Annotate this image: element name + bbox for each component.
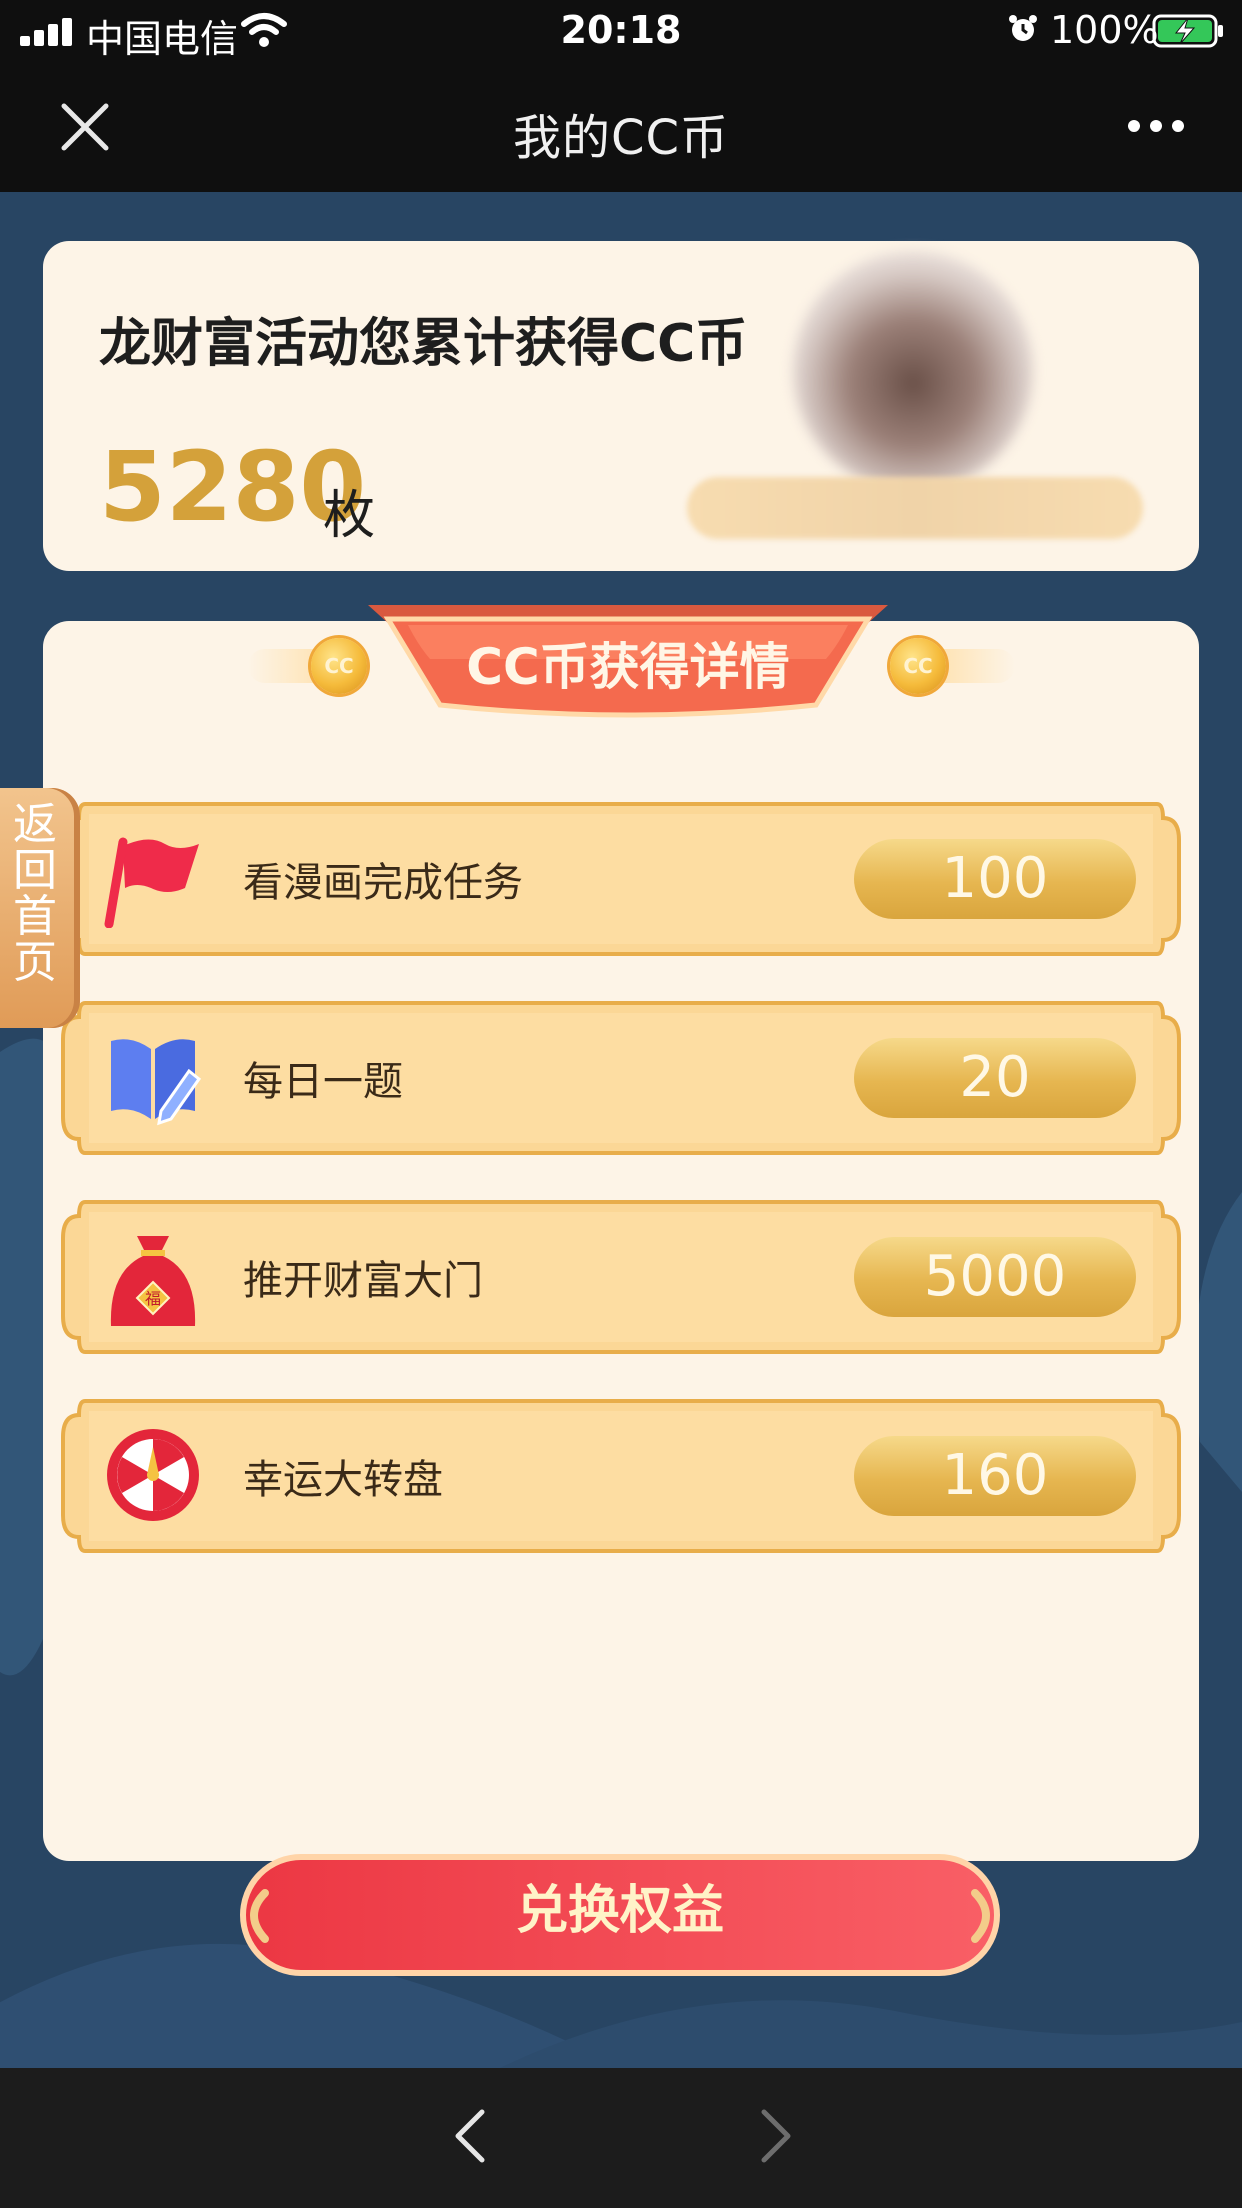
task-row: 幸运大转盘 160 xyxy=(59,1397,1183,1555)
page-title: 我的CC币 xyxy=(512,110,730,166)
red-flag-icon xyxy=(104,837,199,928)
coins-unit: 枚 xyxy=(323,486,376,546)
avatar xyxy=(793,251,1033,491)
task-value: 160 xyxy=(941,1443,1049,1508)
summary-card: 龙财富活动您累计获得CC币 5280 枚 xyxy=(43,241,1199,571)
wheel-icon xyxy=(107,1429,199,1521)
page-content: 龙财富活动您累计获得CC币 5280 枚 CC币获得详情 CC CC 看漫画完成… xyxy=(0,192,1242,2068)
back-to-home-label: 返回首页 xyxy=(13,799,57,988)
svg-text:福: 福 xyxy=(145,1289,161,1308)
back-arrow-icon[interactable] xyxy=(450,2108,490,2164)
coin-label-right: CC xyxy=(903,654,933,678)
status-bar: 中国电信 20:18 100% xyxy=(0,0,1242,62)
redeem-button[interactable]: 兑换权益 xyxy=(235,1849,1005,1983)
browser-bottom-bar xyxy=(0,2068,1242,2208)
total-coins-label: 龙财富活动您累计获得CC币 xyxy=(99,314,748,374)
coin-icon-right: CC xyxy=(890,638,946,694)
task-row: 福 推开财富大门 5000 xyxy=(59,1198,1183,1356)
task-label: 每日一题 xyxy=(243,1059,403,1105)
task-label: 推开财富大门 xyxy=(243,1258,483,1304)
task-value: 20 xyxy=(959,1045,1031,1110)
fortune-bag-icon: 福 xyxy=(110,1236,196,1326)
task-row: 看漫画完成任务 100 xyxy=(59,800,1183,958)
book-pen-icon xyxy=(111,1039,202,1126)
forward-arrow-icon[interactable] xyxy=(756,2108,796,2164)
details-card: CC币获得详情 CC CC 看漫画完成任务 100 每日一题 20 福 推开财富… xyxy=(43,605,1199,1976)
more-icon[interactable] xyxy=(1128,120,1188,134)
alarm-icon xyxy=(1009,15,1037,41)
user-name-blurred xyxy=(687,477,1143,539)
task-row: 每日一题 20 xyxy=(59,999,1183,1157)
coin-icon-left: CC xyxy=(311,638,367,694)
task-value: 100 xyxy=(941,846,1049,911)
details-title: CC币获得详情 xyxy=(466,638,790,696)
battery-percentage: 100% xyxy=(1050,8,1159,52)
task-label: 看漫画完成任务 xyxy=(243,860,523,906)
battery-charging-icon xyxy=(1152,14,1223,48)
redeem-label: 兑换权益 xyxy=(515,1881,724,1941)
back-to-home-tab[interactable]: 返回首页 xyxy=(0,788,80,1028)
task-label: 幸运大转盘 xyxy=(243,1457,443,1503)
task-value: 5000 xyxy=(923,1244,1067,1309)
nav-bar: 我的CC币 xyxy=(0,62,1242,192)
coin-label-left: CC xyxy=(324,654,354,678)
